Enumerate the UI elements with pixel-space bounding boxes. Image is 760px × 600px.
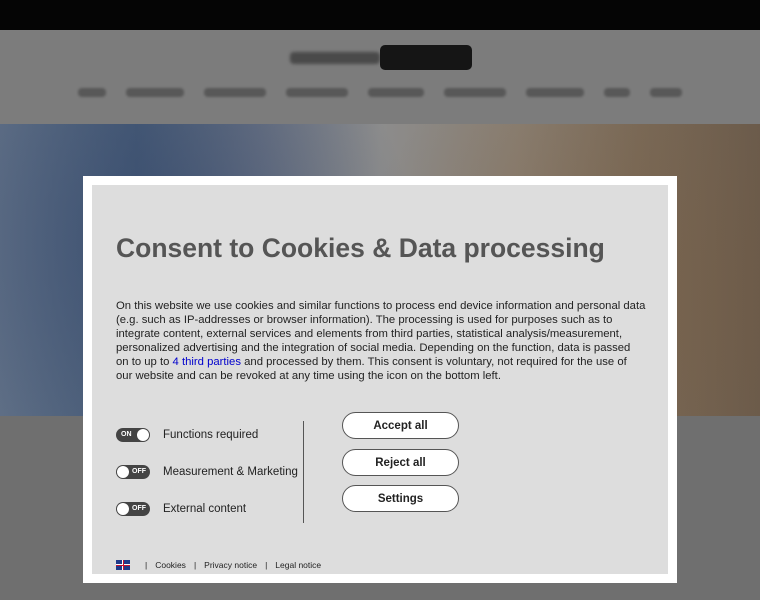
footer-separator: | <box>193 560 197 570</box>
nav-item <box>286 88 348 97</box>
nav-item <box>526 88 584 97</box>
toggle-label: External content <box>163 503 247 515</box>
legal-notice-link[interactable]: Legal notice <box>275 560 321 570</box>
toggle-knob <box>137 429 149 441</box>
privacy-notice-link[interactable]: Privacy notice <box>204 560 257 570</box>
functions-required-toggle[interactable]: ON <box>116 428 150 442</box>
site-logo-text-blurred <box>290 52 380 64</box>
cookie-consent-panel: Consent to Cookies & Data processing On … <box>92 185 668 574</box>
top-bar <box>0 0 760 30</box>
cookies-link[interactable]: Cookies <box>155 560 186 570</box>
site-navigation-blurred <box>0 84 760 102</box>
toggle-row-external-content: OFF External content <box>116 499 246 519</box>
cookie-consent-dialog: Consent to Cookies & Data processing On … <box>83 176 677 583</box>
settings-button[interactable]: Settings <box>342 485 459 512</box>
third-parties-link[interactable]: 4 third parties <box>173 356 241 368</box>
accept-all-button[interactable]: Accept all <box>342 412 459 439</box>
vertical-divider <box>303 421 304 523</box>
nav-item <box>78 88 106 97</box>
nav-item <box>204 88 266 97</box>
nav-item <box>126 88 184 97</box>
measurement-marketing-toggle[interactable]: OFF <box>116 465 150 479</box>
dialog-title: Consent to Cookies & Data processing <box>116 233 605 263</box>
site-header-background <box>0 30 760 124</box>
nav-item <box>444 88 506 97</box>
nav-item <box>604 88 630 97</box>
toggle-state-label: OFF <box>132 505 146 512</box>
footer-separator: | <box>145 560 148 570</box>
toggle-row-functions-required: ON Functions required <box>116 425 258 445</box>
toggle-label: Measurement & Marketing <box>163 466 298 478</box>
toggle-knob <box>117 503 129 515</box>
footer-separator: | <box>265 560 268 570</box>
reject-all-button[interactable]: Reject all <box>342 449 459 476</box>
toggle-row-measurement-marketing: OFF Measurement & Marketing <box>116 462 298 482</box>
external-content-toggle[interactable]: OFF <box>116 502 150 516</box>
toggle-state-label: OFF <box>132 468 146 475</box>
consent-description: On this website we use cookies and simil… <box>116 299 646 383</box>
uk-flag-icon[interactable] <box>116 560 130 570</box>
site-logo <box>380 45 472 70</box>
nav-item <box>650 88 682 97</box>
toggle-label: Functions required <box>163 429 259 441</box>
toggle-knob <box>117 466 129 478</box>
consent-footer: | Cookies | Privacy notice | Legal notic… <box>116 560 321 570</box>
toggle-state-label: ON <box>121 431 132 438</box>
nav-item <box>368 88 424 97</box>
